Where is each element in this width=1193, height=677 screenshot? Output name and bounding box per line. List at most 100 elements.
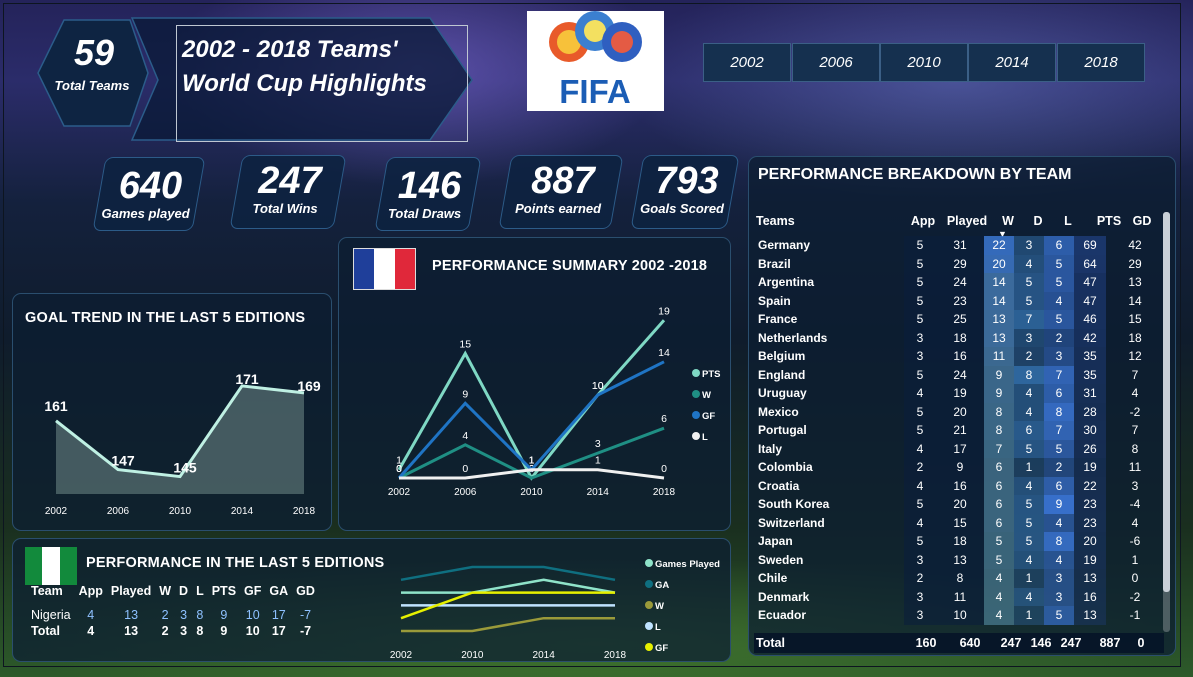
breakdown-row-netherlands[interactable]: Netherlands 3 18 13 3 2 42 18 (754, 328, 1164, 347)
breakdown-row-france[interactable]: France 5 25 13 7 5 46 15 (754, 310, 1164, 329)
cell: Uruguay (758, 386, 807, 401)
series-line-Games Played (401, 578, 616, 594)
cell: 18 (936, 328, 984, 347)
breakdown-row-uruguay[interactable]: Uruguay 4 19 9 4 6 31 4 (754, 384, 1164, 403)
cell: 3 (904, 587, 936, 606)
cell: South Korea (758, 497, 830, 512)
kpi-total-draws-value: 146 (397, 165, 462, 207)
point-label-L-2010: 1 (529, 455, 535, 467)
cell: Sweden (758, 552, 804, 567)
cell: 7 (1014, 310, 1044, 329)
breakdown-row-ecuador[interactable]: Ecuador 3 10 4 1 5 13 -1 (754, 606, 1164, 625)
cell: 7 (1044, 421, 1074, 440)
col-gd-header[interactable]: GD (1127, 214, 1157, 228)
cell: 2 (904, 569, 936, 588)
series-line-GA (400, 565, 616, 582)
x-tick-2002: 2002 (45, 506, 68, 517)
col-pts-header[interactable]: PTS (1094, 214, 1124, 228)
cell: 26 (1074, 439, 1106, 458)
col-app-header[interactable]: App (907, 214, 939, 228)
x-tick-2010: 2010 (169, 506, 192, 517)
breakdown-row-south-korea[interactable]: South Korea 5 20 6 5 9 23 -4 (754, 495, 1164, 514)
col-d-header[interactable]: D (1025, 214, 1051, 228)
cell: 3 (1044, 587, 1074, 606)
breakdown-row-argentina[interactable]: Argentina 5 24 14 5 5 47 13 (754, 273, 1164, 292)
breakdown-row-croatia[interactable]: Croatia 4 16 6 4 6 22 3 (754, 476, 1164, 495)
breakdown-row-mexico[interactable]: Mexico 5 20 8 4 8 28 -2 (754, 402, 1164, 421)
cell: 4 (1044, 513, 1074, 532)
total-teams-value: 59 (74, 32, 114, 73)
cell: 9 (936, 458, 984, 477)
title-line-2: World Cup Highlights (182, 70, 427, 97)
cell: 31 (1074, 384, 1106, 403)
year-button-2014[interactable]: 2014 (968, 43, 1056, 82)
total-l: 247 (1060, 636, 1082, 650)
legend-dot-GF (645, 643, 653, 651)
point-label-W-2014: 3 (595, 438, 601, 450)
year-button-2010[interactable]: 2010 (880, 43, 968, 82)
cell: 9 (984, 365, 1014, 384)
breakdown-row-spain[interactable]: Spain 5 23 14 5 4 47 14 (754, 291, 1164, 310)
breakdown-row-brazil[interactable]: Brazil 5 29 20 4 5 64 29 (754, 254, 1164, 273)
breakdown-row-germany[interactable]: Germany 5 31 22 3 6 69 42 (754, 236, 1164, 255)
cell: 24 (936, 273, 984, 292)
cell: 3 (1014, 236, 1044, 255)
breakdown-title: PERFORMANCE BREAKDOWN BY TEAM (758, 166, 1072, 183)
year-button-2006[interactable]: 2006 (792, 43, 880, 82)
cell: 5 (1044, 254, 1074, 273)
cell: 1 (1014, 569, 1044, 588)
breakdown-row-england[interactable]: England 5 24 9 8 7 35 7 (754, 365, 1164, 384)
cell: 35 (1074, 365, 1106, 384)
col-w-header[interactable]: W (995, 214, 1021, 228)
cell: 7 (984, 439, 1014, 458)
cell: 5 (904, 236, 936, 255)
cell: 22 (1074, 476, 1106, 495)
col-l-header[interactable]: L (1055, 214, 1081, 228)
year-button-2018[interactable]: 2018 (1057, 43, 1145, 82)
kpi-total-draws-label: Total Draws (387, 206, 462, 221)
breakdown-row-colombia[interactable]: Colombia 2 9 6 1 2 19 11 (754, 458, 1164, 477)
col-played-header[interactable]: Played (943, 214, 991, 228)
cell: 17 (936, 439, 984, 458)
performance-summary-chart: 11501019PTS04036W0911014GF0 01 10L2002 2006… (388, 305, 721, 498)
cell: Colombia (758, 460, 813, 475)
x-tick-2002: 2002 (390, 650, 413, 661)
year-button-2002[interactable]: 2002 (703, 43, 791, 82)
col-teams-header[interactable]: Teams (756, 214, 795, 228)
x-tick-2006: 2006 (107, 506, 130, 517)
breakdown-row-chile[interactable]: Chile 2 8 4 1 3 13 0 (754, 569, 1164, 588)
breakdown-row-italy[interactable]: Italy 4 17 7 5 5 26 8 (754, 439, 1164, 458)
cell: 13 (1074, 569, 1106, 588)
cell: 11 (1128, 460, 1142, 475)
cell: 4 (1131, 386, 1139, 401)
breakdown-row-denmark[interactable]: Denmark 3 11 4 4 3 16 -2 (754, 587, 1164, 606)
cell: 4 (1014, 384, 1044, 403)
cell: 16 (936, 347, 984, 366)
cell: 20 (984, 254, 1014, 273)
cell: 13 (1074, 606, 1106, 625)
cell: 42 (1074, 328, 1106, 347)
cell: 20 (1074, 532, 1106, 551)
cell: 20 (936, 402, 984, 421)
x-tick-2018: 2018 (653, 487, 676, 498)
breakdown-row-portugal[interactable]: Portugal 5 21 8 6 7 30 7 (754, 421, 1164, 440)
breakdown-row-sweden[interactable]: Sweden 3 13 5 4 4 19 1 (754, 550, 1164, 569)
breakdown-row-switzerland[interactable]: Switzerland 4 15 6 5 4 23 4 (754, 513, 1164, 532)
breakdown-total-row: Total 160 640 247 146 247 887 0 (754, 633, 1164, 653)
breakdown-row-belgium[interactable]: Belgium 3 16 11 2 3 35 12 (754, 347, 1164, 366)
table-scrollbar[interactable] (1163, 212, 1170, 632)
cell: 13 (984, 328, 1014, 347)
kpi-goals-scored-value: 793 (655, 160, 719, 202)
last5-chart: Games Played GA WL GF 2002 2010 2014 2018 (390, 559, 720, 661)
cell: 4 (1014, 402, 1044, 421)
legend-label-L: L (655, 622, 661, 633)
legend-dot-PTS (692, 369, 700, 377)
breakdown-row-japan[interactable]: Japan 5 18 5 5 8 20 -6 (754, 532, 1164, 551)
cell: 10 (936, 606, 984, 625)
cell: 4 (904, 439, 936, 458)
cell: 7 (1131, 367, 1139, 382)
cell: 28 (1074, 402, 1106, 421)
scrollbar-thumb[interactable] (1163, 212, 1170, 592)
cell: 4 (904, 384, 936, 403)
cell: 25 (936, 310, 984, 329)
